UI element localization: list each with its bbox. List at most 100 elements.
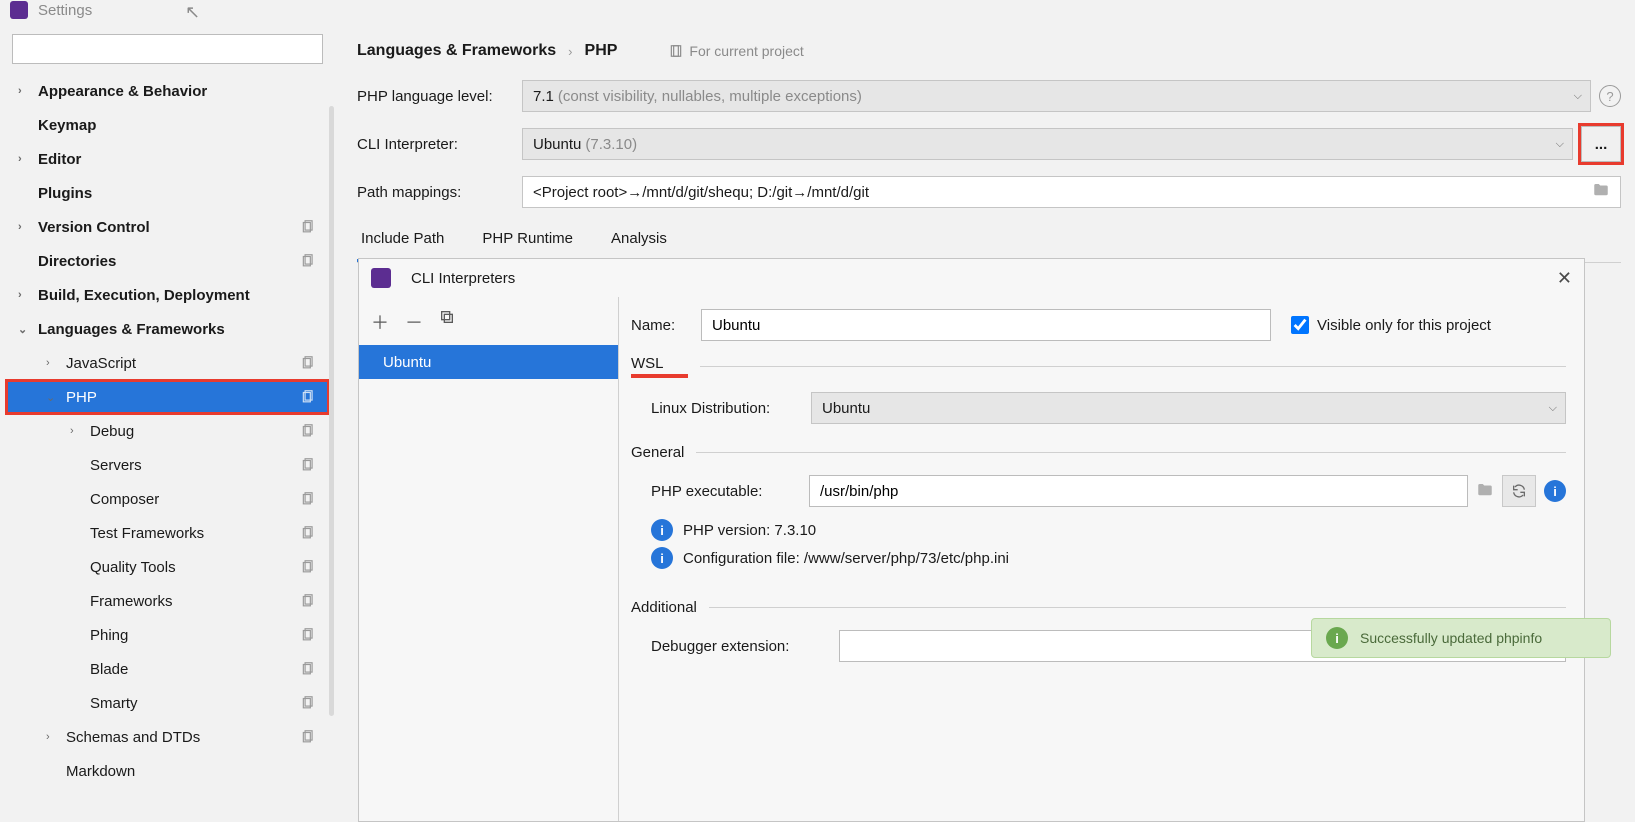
chevron-right-icon: › xyxy=(18,289,32,301)
linux-distribution-select[interactable]: Ubuntu ⌵ xyxy=(811,392,1566,424)
sidebar-item-label: Frameworks xyxy=(90,593,173,610)
php-executable-input[interactable] xyxy=(809,475,1468,507)
sidebar-item-label: JavaScript xyxy=(66,355,136,372)
chevron-right-icon: › xyxy=(46,731,60,743)
close-icon[interactable]: ✕ xyxy=(1557,268,1572,289)
cli-interpreters-dialog: CLI Interpreters ✕ ＋ － Ubuntu Name: Visi… xyxy=(358,258,1585,822)
project-scope-icon xyxy=(301,695,315,712)
cli-interpreter-label: CLI Interpreter: xyxy=(357,136,522,153)
copy-interpreter-button[interactable] xyxy=(439,309,455,335)
sidebar-item-keymap[interactable]: Keymap xyxy=(6,108,329,142)
sidebar-item-label: Plugins xyxy=(38,185,92,202)
project-scope-icon xyxy=(301,559,315,576)
sidebar-item-directories[interactable]: Directories xyxy=(6,244,329,278)
sidebar-item-editor[interactable]: › Editor xyxy=(6,142,329,176)
sidebar-item-build-execution-deployment[interactable]: › Build, Execution, Deployment xyxy=(6,278,329,312)
project-scope-icon xyxy=(301,389,315,406)
interpreter-list-item[interactable]: Ubuntu xyxy=(359,345,618,379)
sidebar-item-label: Smarty xyxy=(90,695,138,712)
additional-section-header: Additional xyxy=(631,599,697,616)
help-icon[interactable]: ? xyxy=(1599,85,1621,107)
path-mappings-label: Path mappings: xyxy=(357,184,522,201)
sidebar-item-version-control[interactable]: ›Version Control xyxy=(6,210,329,244)
project-scope-icon xyxy=(301,627,315,644)
php-language-level-select[interactable]: 7.1 (const visibility, nullables, multip… xyxy=(522,80,1591,112)
sidebar-item-php[interactable]: ⌄ PHP xyxy=(6,380,329,414)
sidebar-item-label: Composer xyxy=(90,491,159,508)
sidebar-item-label: Phing xyxy=(90,627,128,644)
info-icon[interactable]: i xyxy=(1544,480,1566,502)
reload-button[interactable] xyxy=(1502,475,1536,507)
sidebar-item-label: PHP xyxy=(66,389,97,406)
linux-distribution-label: Linux Distribution: xyxy=(651,400,811,417)
general-section-header: General xyxy=(631,444,684,461)
name-label: Name: xyxy=(631,317,701,334)
sidebar-item-label: Markdown xyxy=(66,763,135,780)
folder-icon[interactable] xyxy=(1476,481,1494,502)
remove-interpreter-button[interactable]: － xyxy=(405,309,423,335)
chevron-down-icon: ⌄ xyxy=(18,323,32,336)
interpreter-list-panel: ＋ － Ubuntu xyxy=(359,297,619,821)
sidebar-item-servers[interactable]: Servers xyxy=(6,448,329,482)
project-scope-badge: For current project xyxy=(669,43,803,59)
interpreter-name-input[interactable] xyxy=(701,309,1271,341)
add-interpreter-button[interactable]: ＋ xyxy=(371,309,389,335)
folder-icon[interactable] xyxy=(1592,181,1610,203)
dialog-title: CLI Interpreters xyxy=(411,270,515,287)
sidebar-item-phing[interactable]: Phing xyxy=(6,618,329,652)
cli-interpreter-browse-button[interactable]: ... xyxy=(1581,126,1621,162)
sidebar-item-test-frameworks[interactable]: Test Frameworks xyxy=(6,516,329,550)
app-icon xyxy=(10,1,28,19)
sidebar-item-schemas-and-dtds[interactable]: › Schemas and DTDs xyxy=(6,720,329,754)
sidebar-item-composer[interactable]: Composer xyxy=(6,482,329,516)
sidebar-item-label: Editor xyxy=(38,151,81,168)
info-icon: i xyxy=(1326,627,1348,649)
sidebar-item-label: Languages & Frameworks xyxy=(38,321,225,338)
chevron-down-icon: ⌵ xyxy=(1549,402,1557,415)
chevron-right-icon: › xyxy=(18,221,32,233)
tab-php-runtime[interactable]: PHP Runtime xyxy=(478,222,577,262)
sidebar-item-languages-frameworks[interactable]: ⌄ Languages & Frameworks xyxy=(6,312,329,346)
php-executable-label: PHP executable: xyxy=(651,483,801,500)
sidebar-item-frameworks[interactable]: Frameworks xyxy=(6,584,329,618)
project-scope-icon xyxy=(301,491,315,508)
sidebar-item-blade[interactable]: Blade xyxy=(6,652,329,686)
sidebar-item-label: Appearance & Behavior xyxy=(38,83,207,100)
sidebar-item-debug[interactable]: ›Debug xyxy=(6,414,329,448)
sidebar-item-label: Build, Execution, Deployment xyxy=(38,287,250,304)
path-mappings-field[interactable]: <Project root>→/mnt/d/git/shequ; D:/git→… xyxy=(522,176,1621,208)
sidebar-item-markdown[interactable]: Markdown xyxy=(6,754,329,788)
sidebar-item-label: Servers xyxy=(90,457,142,474)
debugger-extension-label: Debugger extension: xyxy=(651,638,831,655)
project-scope-icon xyxy=(301,423,315,440)
project-scope-icon xyxy=(301,253,315,270)
php-sub-tabs: Include Path PHP Runtime Analysis xyxy=(357,222,1621,263)
chevron-down-icon: ⌄ xyxy=(46,391,60,404)
sidebar-item-javascript[interactable]: ›JavaScript xyxy=(6,346,329,380)
sidebar-item-label: Schemas and DTDs xyxy=(66,729,200,746)
chevron-right-icon: › xyxy=(18,153,32,165)
breadcrumb: Languages & Frameworks › PHP For current… xyxy=(357,42,1621,60)
tab-analysis[interactable]: Analysis xyxy=(607,222,671,262)
sidebar-item-smarty[interactable]: Smarty xyxy=(6,686,329,720)
sidebar-item-label: Directories xyxy=(38,253,116,270)
info-icon: i xyxy=(651,547,673,569)
project-scope-icon xyxy=(301,219,315,236)
settings-search-input[interactable] xyxy=(12,34,323,64)
sidebar-item-quality-tools[interactable]: Quality Tools xyxy=(6,550,329,584)
info-icon: i xyxy=(651,519,673,541)
cli-interpreter-select[interactable]: Ubuntu (7.3.10) ⌵ xyxy=(522,128,1573,160)
sidebar-item-plugins[interactable]: Plugins xyxy=(6,176,329,210)
project-scope-icon xyxy=(301,729,315,746)
sidebar-item-appearance-behavior[interactable]: ›Appearance & Behavior xyxy=(6,74,329,108)
dialog-app-icon xyxy=(371,268,391,288)
sidebar-item-label: Quality Tools xyxy=(90,559,176,576)
chevron-right-icon: › xyxy=(70,425,84,437)
tab-include-path[interactable]: Include Path xyxy=(357,222,448,262)
visible-only-project-checkbox[interactable]: Visible only for this project xyxy=(1291,316,1491,334)
config-file-text: Configuration file: /www/server/php/73/e… xyxy=(683,550,1009,567)
scrollbar[interactable] xyxy=(329,106,334,716)
window-title: Settings xyxy=(38,2,92,19)
chevron-down-icon: ⌵ xyxy=(1574,90,1582,103)
sidebar-item-label: Blade xyxy=(90,661,128,678)
